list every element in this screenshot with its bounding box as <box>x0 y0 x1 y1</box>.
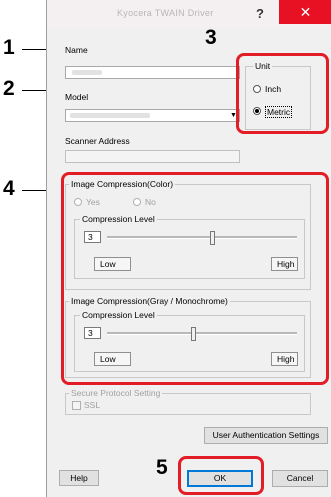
name-field[interactable] <box>65 66 240 79</box>
ssl-label[interactable]: SSL <box>84 400 100 410</box>
user-auth-settings-button[interactable]: User Authentication Settings <box>204 427 328 444</box>
scanner-address-label: Scanner Address <box>65 136 130 146</box>
callout-4: 4 <box>3 177 15 200</box>
unit-highlight <box>236 53 329 134</box>
secure-protocol-title: Secure Protocol Setting <box>69 388 163 398</box>
ssl-checkbox[interactable] <box>72 401 81 410</box>
window-title: Kyocera TWAIN Driver <box>117 8 214 18</box>
close-button[interactable]: ✕ <box>279 0 331 24</box>
help-icon[interactable]: ? <box>249 4 271 24</box>
scanner-address-field[interactable] <box>65 150 240 163</box>
name-field-value <box>72 70 102 75</box>
callout-2: 2 <box>3 77 15 100</box>
callout-1: 1 <box>3 36 15 59</box>
cancel-button[interactable]: Cancel <box>272 470 328 487</box>
title-bar: Kyocera TWAIN Driver ? ✕ <box>47 0 331 28</box>
ok-highlight <box>178 456 264 495</box>
model-select-value <box>70 113 150 118</box>
name-label: Name <box>65 45 88 55</box>
callout-5: 5 <box>156 456 168 479</box>
model-select[interactable]: ▼ <box>65 109 240 122</box>
help-button[interactable]: Help <box>59 470 99 486</box>
model-label: Model <box>65 92 89 102</box>
callout-3: 3 <box>205 26 217 49</box>
compression-highlight <box>61 172 329 385</box>
